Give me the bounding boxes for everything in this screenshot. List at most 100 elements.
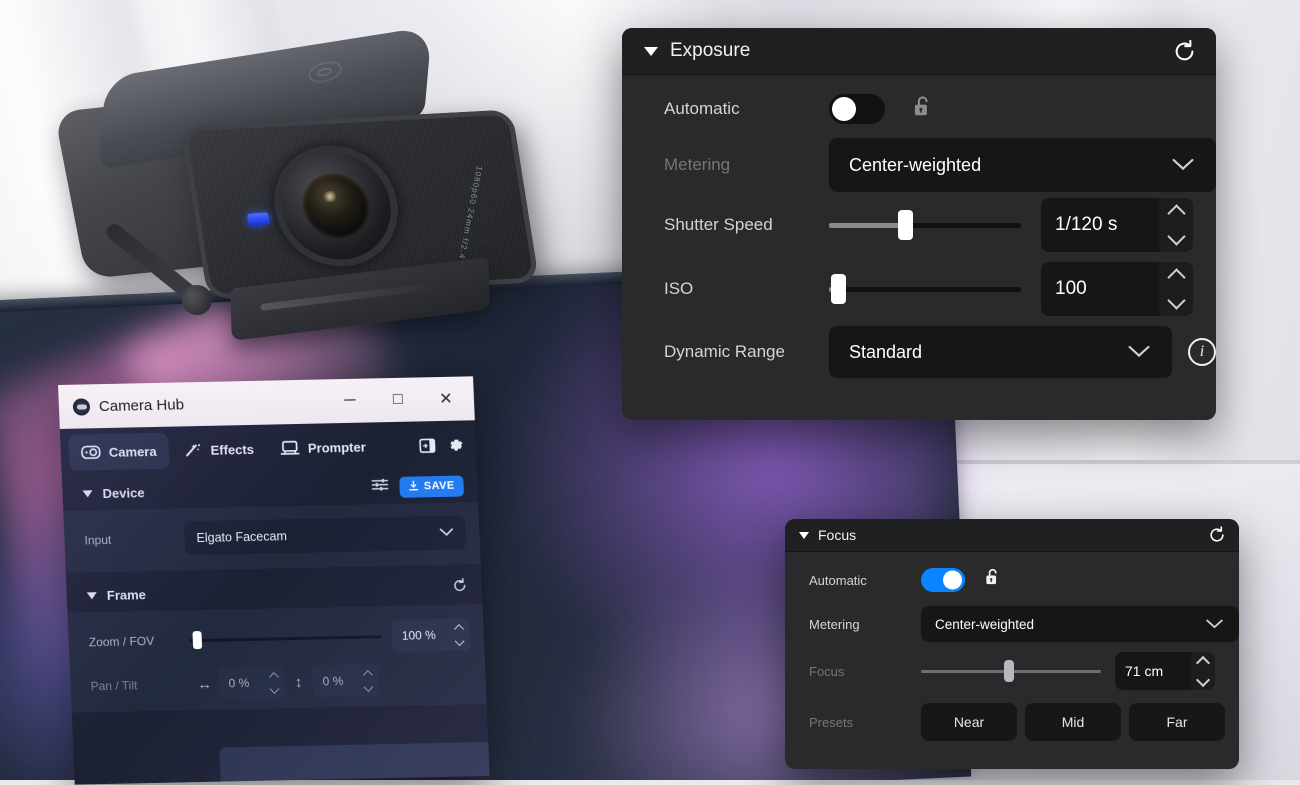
window-content: Camera Effects Prompter Device SAVE Inpu… — [59, 420, 490, 785]
chevron-down-icon — [1172, 155, 1194, 176]
frame-section-title: Frame — [106, 586, 147, 603]
zoom-value: 100 % — [401, 628, 437, 643]
shutter-slider-thumb[interactable] — [898, 210, 914, 240]
exposure-iso-row: ISO 100 — [622, 257, 1216, 321]
iso-slider-track — [829, 286, 1021, 292]
focus-slider-thumb[interactable] — [1004, 660, 1015, 682]
shutter-slider-fill — [829, 222, 906, 228]
exposure-metering-label: Metering — [664, 155, 731, 174]
camera-hub-app-icon — [72, 397, 91, 416]
tab-camera[interactable]: Camera — [68, 432, 170, 471]
tab-prompter[interactable]: Prompter — [267, 428, 378, 466]
focus-metering-label: Metering — [809, 616, 860, 632]
minimize-button[interactable]: ─ — [325, 378, 375, 423]
focus-distance-value: 71 cm — [1125, 663, 1164, 679]
shutter-speed-stepper[interactable] — [1159, 198, 1193, 252]
focus-slider[interactable] — [921, 660, 1101, 682]
prompter-icon — [280, 440, 301, 456]
exposure-panel-header[interactable]: Exposure — [622, 28, 1216, 75]
focus-preset-near[interactable]: Near — [921, 703, 1017, 741]
focus-metering-select[interactable]: Center-weighted — [921, 606, 1239, 642]
exposure-shutter-row: Shutter Speed 1/120 s — [622, 193, 1216, 257]
exposure-metering-select[interactable]: Center-weighted — [829, 138, 1216, 192]
tab-effects[interactable]: Effects — [170, 431, 267, 469]
exposure-iso-label: ISO — [664, 279, 694, 298]
vertical-arrows-icon: ↕ — [294, 673, 303, 691]
zoom-row: Zoom / FOV 100 % — [88, 612, 471, 664]
shutter-speed-value: 1/120 s — [1055, 214, 1118, 235]
focus-distance-stepper[interactable] — [1191, 652, 1215, 690]
exposure-automatic-label: Automatic — [664, 99, 740, 118]
caret-down-icon — [86, 591, 97, 599]
iso-slider-thumb[interactable] — [830, 274, 846, 304]
focus-distance-field[interactable]: 71 cm — [1115, 652, 1215, 690]
zoom-slider[interactable] — [188, 628, 382, 650]
zoom-stepper[interactable] — [448, 623, 470, 646]
status-led — [247, 212, 270, 226]
exposure-shutter-label: Shutter Speed — [664, 215, 773, 234]
caret-down-icon — [799, 531, 809, 539]
gear-icon[interactable] — [441, 431, 468, 458]
focus-distance-label: Focus — [809, 663, 845, 679]
iso-field[interactable]: 100 — [1041, 262, 1193, 316]
focus-metering-value: Center-weighted — [935, 616, 1035, 632]
exposure-reset-button[interactable] — [1171, 38, 1198, 65]
tilt-value-field[interactable]: 0 % — [311, 664, 380, 698]
window-title: Camera Hub — [98, 395, 185, 415]
device-section-body: Input Elgato Facecam — [63, 502, 481, 573]
zoom-slider-thumb[interactable] — [192, 631, 202, 650]
tab-camera-label: Camera — [108, 443, 157, 460]
shutter-speed-slider[interactable] — [829, 210, 1021, 240]
pan-value: 0 % — [228, 675, 250, 691]
webcam-hinge — [182, 285, 212, 315]
tab-prompter-label: Prompter — [307, 439, 367, 456]
dynamic-range-select[interactable]: Standard — [829, 326, 1172, 378]
iso-slider[interactable] — [829, 274, 1021, 304]
webcam-device: 1080p60 24mm f/2.4 — [54, 25, 540, 345]
camera-icon — [81, 444, 102, 460]
exposure-metering-row: Metering Center-weighted — [622, 137, 1216, 193]
zoom-value-field[interactable]: 100 % — [391, 618, 471, 652]
focus-panel-header[interactable]: Focus — [785, 519, 1239, 552]
focus-preset-mid[interactable]: Mid — [1025, 703, 1121, 741]
frame-section-body: Zoom / FOV 100 % Pan / Tilt ↔ 0 % ↕ 0 % — [67, 604, 487, 713]
exposure-automatic-row: Automatic — [622, 81, 1216, 137]
exposure-automatic-toggle[interactable] — [829, 94, 885, 124]
chevron-down-icon — [1128, 342, 1150, 363]
focus-reset-button[interactable] — [1207, 525, 1227, 545]
iso-value: 100 — [1055, 278, 1087, 299]
chevron-down-icon — [439, 526, 454, 540]
pan-stepper[interactable] — [263, 671, 285, 694]
maximize-button[interactable]: □ — [373, 377, 423, 422]
pan-value-field[interactable]: 0 % — [217, 666, 286, 700]
dynamic-range-value: Standard — [849, 341, 923, 362]
focus-automatic-toggle[interactable] — [921, 568, 965, 592]
input-select[interactable]: Elgato Facecam — [183, 515, 467, 556]
focus-lock-icon[interactable] — [983, 567, 1002, 593]
exposure-dynamic-range-row: Dynamic Range Standard i — [622, 321, 1216, 383]
caret-down-icon — [82, 489, 93, 497]
frame-reset-button[interactable] — [451, 577, 468, 598]
tilt-stepper[interactable] — [357, 669, 379, 692]
zoom-label: Zoom / FOV — [88, 633, 155, 650]
camera-hub-window[interactable]: Camera Hub ─ □ ✕ Camera Effects Prompter… — [58, 376, 490, 785]
focus-panel-title: Focus — [818, 527, 857, 543]
sliders-icon[interactable] — [371, 477, 390, 497]
chevron-down-icon — [1206, 617, 1223, 632]
magic-wand-icon — [182, 442, 203, 458]
panel-layout-icon[interactable] — [413, 432, 440, 459]
shutter-speed-field[interactable]: 1/120 s — [1041, 198, 1193, 252]
iso-stepper[interactable] — [1159, 262, 1193, 316]
save-button[interactable]: SAVE — [399, 475, 465, 498]
horizontal-arrows-icon: ↔ — [196, 675, 213, 693]
info-circle-icon[interactable]: i — [1188, 338, 1216, 366]
exposure-dynamic-range-label: Dynamic Range — [664, 342, 785, 361]
focus-panel[interactable]: Focus Automatic Metering Center-weighted… — [785, 519, 1239, 769]
close-button[interactable]: ✕ — [421, 376, 471, 421]
tilt-value: 0 % — [322, 674, 344, 689]
caret-down-icon — [644, 46, 658, 56]
focus-preset-far[interactable]: Far — [1129, 703, 1225, 741]
exposure-lock-icon[interactable] — [911, 94, 934, 125]
focus-presets-row: Presets Near Mid Far — [785, 696, 1239, 748]
exposure-panel[interactable]: Exposure Automatic Metering Center-weigh… — [622, 28, 1216, 420]
